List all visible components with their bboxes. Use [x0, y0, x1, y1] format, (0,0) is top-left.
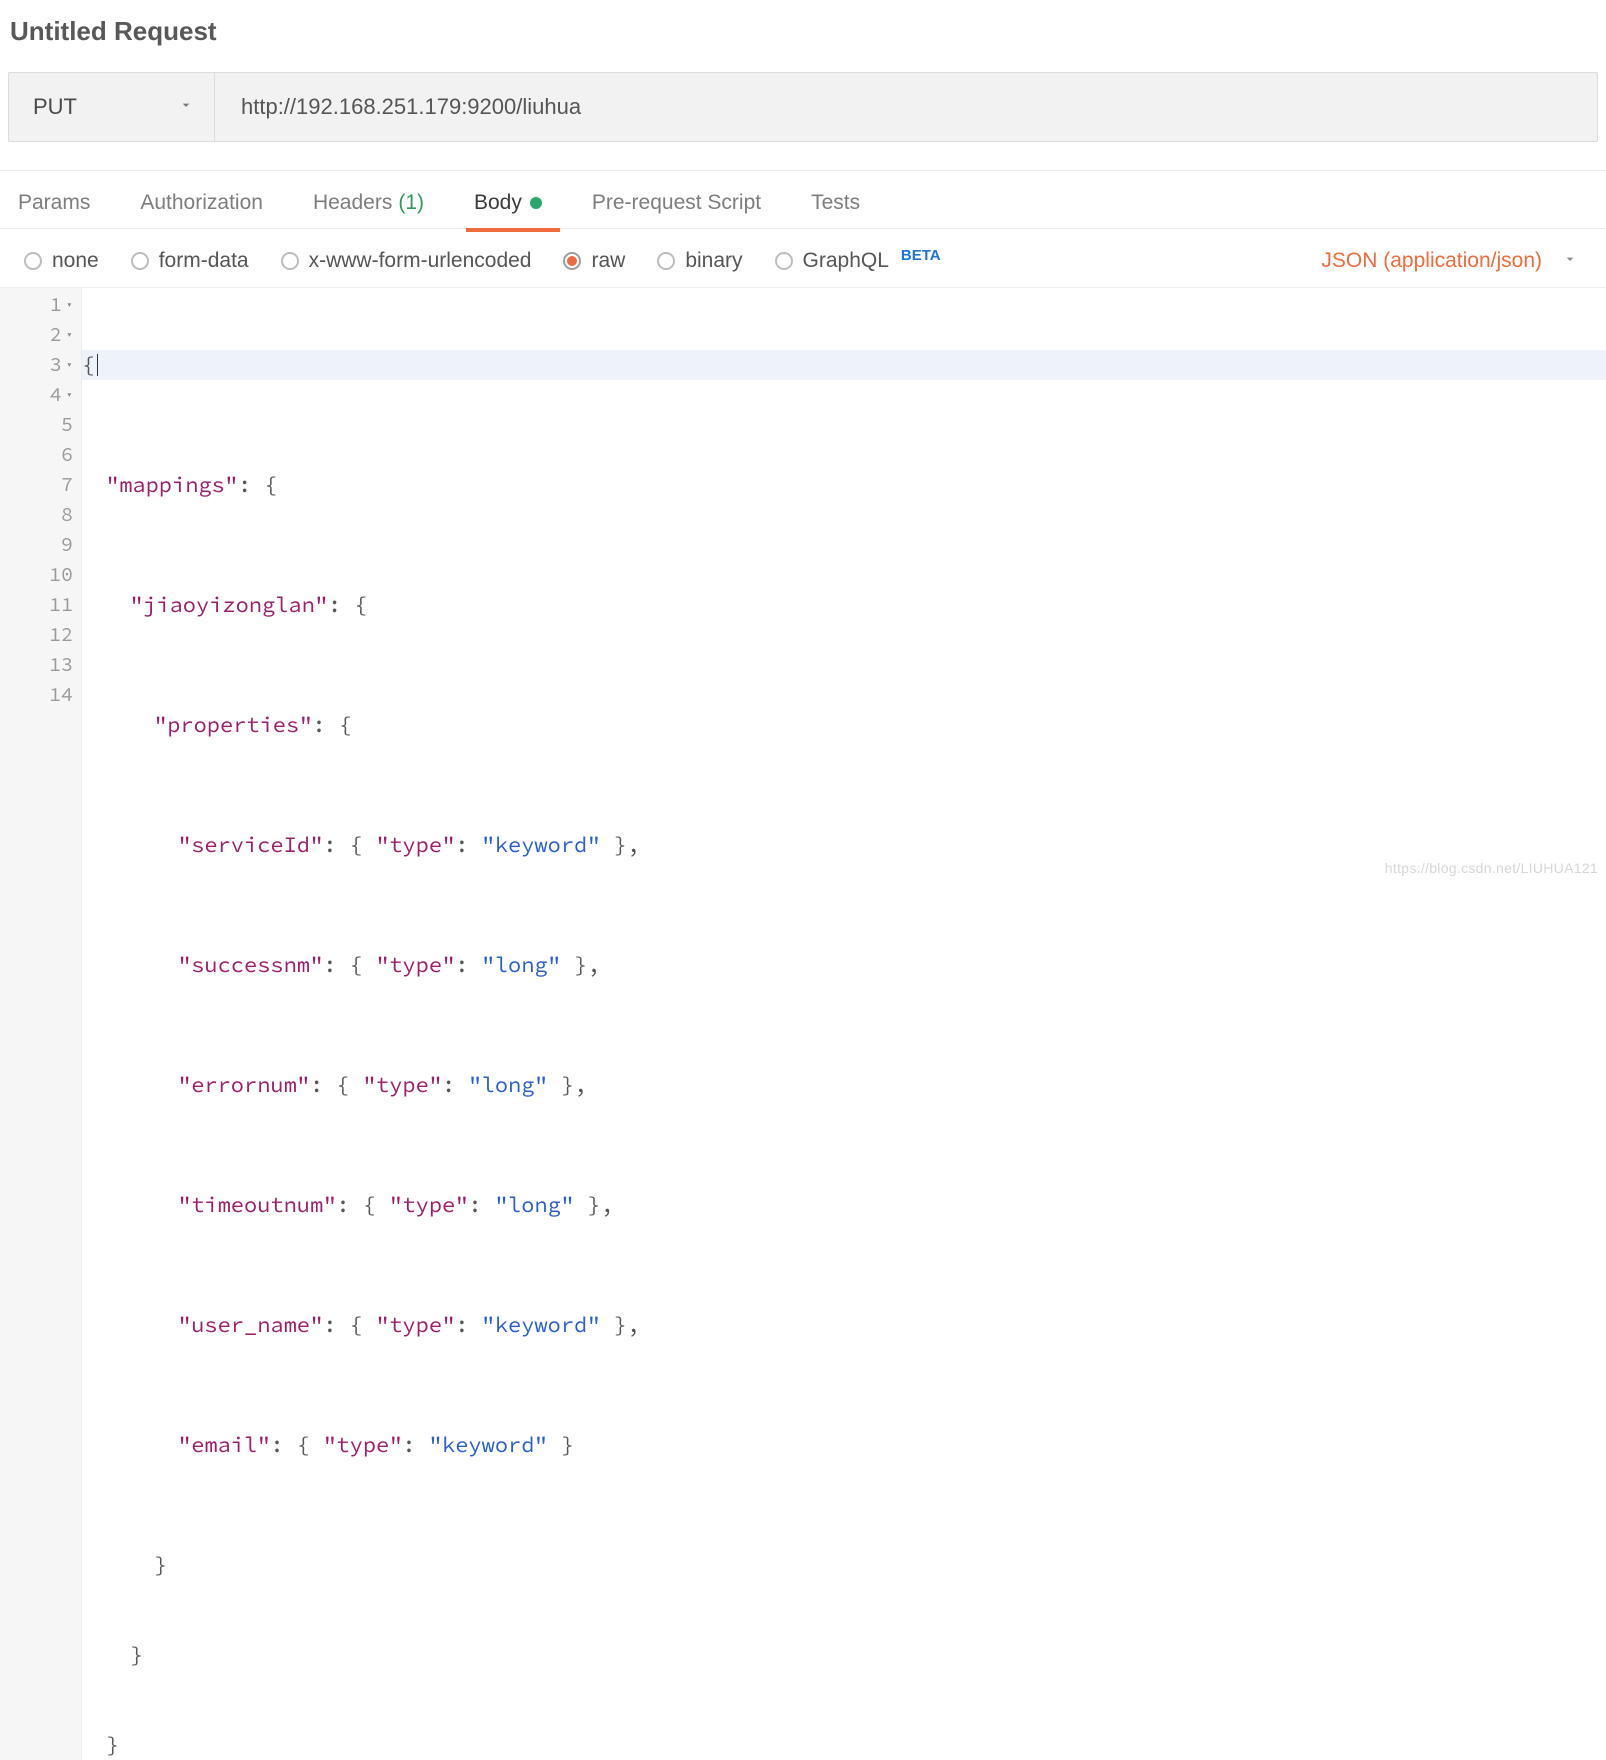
- http-method-label: PUT: [33, 94, 77, 120]
- tab-params[interactable]: Params: [18, 191, 90, 231]
- token-key: "user_name": [178, 1310, 323, 1340]
- headers-count-badge: (1): [398, 191, 424, 215]
- fold-toggle-icon[interactable]: ▾: [66, 350, 73, 380]
- line-number: 4▾: [0, 380, 81, 410]
- tab-label: Tests: [811, 191, 860, 215]
- code-line: "properties": {: [82, 710, 1606, 740]
- line-number: 1▾: [0, 290, 81, 320]
- tab-body[interactable]: Body: [474, 191, 542, 231]
- code-line: "email": { "type": "keyword" }: [82, 1430, 1606, 1460]
- code-line: "successnm": { "type": "long" },: [82, 950, 1606, 980]
- radio-icon: [281, 252, 299, 270]
- token-key: "jiaoyizonglan": [130, 590, 328, 620]
- token-key: "timeoutnum": [178, 1190, 336, 1220]
- code-line: }: [82, 1640, 1606, 1670]
- tab-label: Headers: [313, 191, 392, 215]
- radio-icon: [563, 252, 581, 270]
- token-key: "email": [178, 1430, 270, 1460]
- tab-label: Params: [18, 191, 90, 215]
- fold-toggle-icon[interactable]: ▾: [66, 320, 73, 350]
- body-type-graphql[interactable]: GraphQL BETA: [775, 249, 941, 273]
- radio-label: x-www-form-urlencoded: [309, 249, 532, 273]
- token-key: "mappings": [106, 470, 238, 500]
- code-line: "user_name": { "type": "keyword" },: [82, 1310, 1606, 1340]
- radio-icon: [24, 252, 42, 270]
- line-number: 3▾: [0, 350, 81, 380]
- code-line: "serviceId": { "type": "keyword" },: [82, 830, 1606, 860]
- radio-icon: [131, 252, 149, 270]
- line-number: 14: [0, 680, 81, 710]
- fold-toggle-icon[interactable]: ▾: [66, 380, 73, 410]
- chevron-down-icon: [1562, 249, 1578, 273]
- radio-label: none: [52, 249, 99, 273]
- token-key: "errornum": [178, 1070, 310, 1100]
- code-line: "errornum": { "type": "long" },: [82, 1070, 1606, 1100]
- code-line: }: [82, 1730, 1606, 1760]
- radio-label: form-data: [159, 249, 249, 273]
- body-type-form-data[interactable]: form-data: [131, 249, 249, 273]
- line-number: 13: [0, 650, 81, 680]
- token-brace: {: [82, 350, 95, 380]
- line-number: 5: [0, 410, 81, 440]
- code-line: "jiaoyizonglan": {: [82, 590, 1606, 620]
- token-key: "successnm": [178, 950, 323, 980]
- code-line: "timeoutnum": { "type": "long" },: [82, 1190, 1606, 1220]
- http-method-selector[interactable]: PUT: [9, 73, 215, 141]
- token-key: "serviceId": [178, 830, 323, 860]
- radio-label: raw: [591, 249, 625, 273]
- line-number: 2▾: [0, 320, 81, 350]
- radio-label: binary: [685, 249, 742, 273]
- line-number: 6: [0, 440, 81, 470]
- body-active-dot-icon: [530, 197, 542, 209]
- body-type-binary[interactable]: binary: [657, 249, 742, 273]
- request-tabs: Params Authorization Headers (1) Body Pr…: [0, 171, 1606, 229]
- line-number: 11: [0, 590, 81, 620]
- request-url-value: http://192.168.251.179:9200/liuhua: [241, 94, 581, 120]
- radio-icon: [657, 252, 675, 270]
- line-number: 10: [0, 560, 81, 590]
- request-title: Untitled Request: [10, 16, 1596, 47]
- line-number: 9: [0, 530, 81, 560]
- fold-toggle-icon[interactable]: ▾: [66, 290, 73, 320]
- code-line: {: [82, 350, 1606, 380]
- token-key: "properties": [154, 710, 312, 740]
- line-number-gutter: 1▾2▾3▾4▾567891011121314: [0, 288, 82, 1760]
- json-body-editor[interactable]: 1▾2▾3▾4▾567891011121314 { "mappings": { …: [0, 288, 1606, 1760]
- body-type-x-www-form-urlencoded[interactable]: x-www-form-urlencoded: [281, 249, 532, 273]
- tab-headers[interactable]: Headers (1): [313, 191, 424, 231]
- line-number: 12: [0, 620, 81, 650]
- content-type-selector[interactable]: JSON (application/json): [1321, 249, 1588, 273]
- chevron-down-icon: [178, 97, 194, 118]
- page-title-area: Untitled Request: [0, 0, 1606, 66]
- code-area[interactable]: { "mappings": { "jiaoyizonglan": { "prop…: [82, 288, 1606, 1760]
- body-type-raw[interactable]: raw: [563, 249, 625, 273]
- line-number: 7: [0, 470, 81, 500]
- beta-badge: BETA: [901, 247, 941, 264]
- content-type-label: JSON (application/json): [1321, 249, 1542, 273]
- tab-label: Authorization: [140, 191, 263, 215]
- radio-label: GraphQL: [803, 249, 889, 273]
- tab-tests[interactable]: Tests: [811, 191, 860, 231]
- request-url-input[interactable]: http://192.168.251.179:9200/liuhua: [215, 73, 1597, 141]
- radio-icon: [775, 252, 793, 270]
- request-row: PUT http://192.168.251.179:9200/liuhua: [8, 72, 1598, 142]
- tab-label: Body: [474, 191, 522, 215]
- tab-label: Pre-request Script: [592, 191, 761, 215]
- body-type-none[interactable]: none: [24, 249, 99, 273]
- tab-authorization[interactable]: Authorization: [140, 191, 263, 231]
- body-type-row: none form-data x-www-form-urlencoded raw…: [0, 229, 1606, 288]
- code-line: "mappings": {: [82, 470, 1606, 500]
- tab-pre-request-script[interactable]: Pre-request Script: [592, 191, 761, 231]
- code-line: }: [82, 1550, 1606, 1580]
- text-cursor: [97, 354, 98, 376]
- line-number: 8: [0, 500, 81, 530]
